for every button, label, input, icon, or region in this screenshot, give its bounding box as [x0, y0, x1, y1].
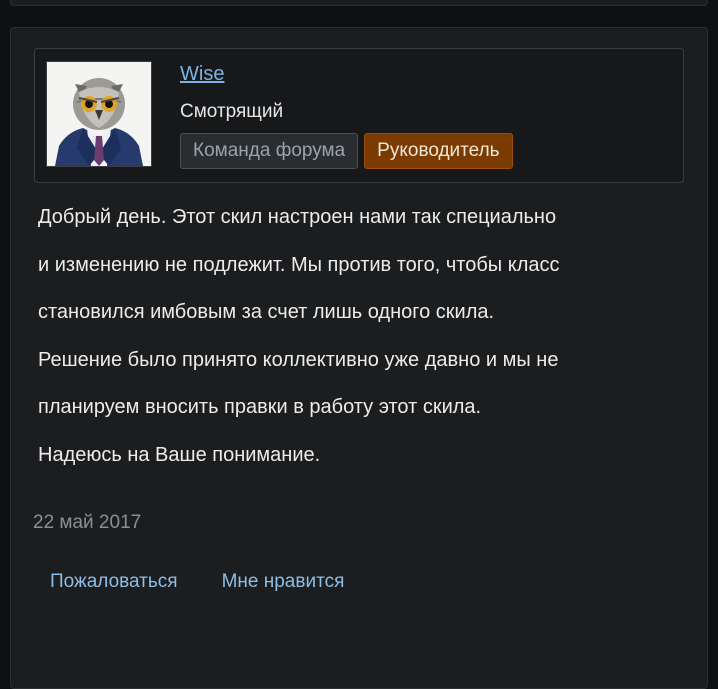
- message-line: становился имбовым за счет лишь одного с…: [38, 301, 495, 323]
- forum-post: Wise Смотрящий Команда форума Руководите…: [10, 27, 708, 689]
- post-actions: Пожаловаться Мне нравится: [50, 571, 344, 593]
- like-link[interactable]: Мне нравится: [222, 571, 345, 593]
- report-link[interactable]: Пожаловаться: [50, 571, 178, 593]
- message-line: Надеюсь на Ваше понимание.: [38, 443, 321, 466]
- user-info-box: Wise Смотрящий Команда форума Руководите…: [34, 48, 684, 183]
- message-line: Решение было принято коллективно уже дав…: [38, 348, 559, 371]
- message-line: и изменению не подлежит. Мы против того,…: [38, 253, 560, 276]
- post-message: Добрый день. Этот скил настроен нами так…: [38, 194, 688, 479]
- post-date[interactable]: 22 май 2017: [33, 512, 141, 534]
- user-title: Смотрящий: [180, 101, 284, 122]
- user-badges: Команда форума Руководитель: [180, 133, 513, 169]
- owl-in-suit-icon: [47, 62, 151, 166]
- badge-leader: Руководитель: [364, 133, 513, 169]
- badge-forum-team: Команда форума: [180, 133, 359, 169]
- message-line: Добрый день. Этот скил настроен нами так…: [38, 206, 557, 228]
- username-link[interactable]: Wise: [180, 63, 224, 86]
- avatar[interactable]: [46, 61, 152, 167]
- previous-post-edge: [10, 0, 708, 6]
- message-line: планируем вносить правки в работу этот с…: [38, 396, 482, 418]
